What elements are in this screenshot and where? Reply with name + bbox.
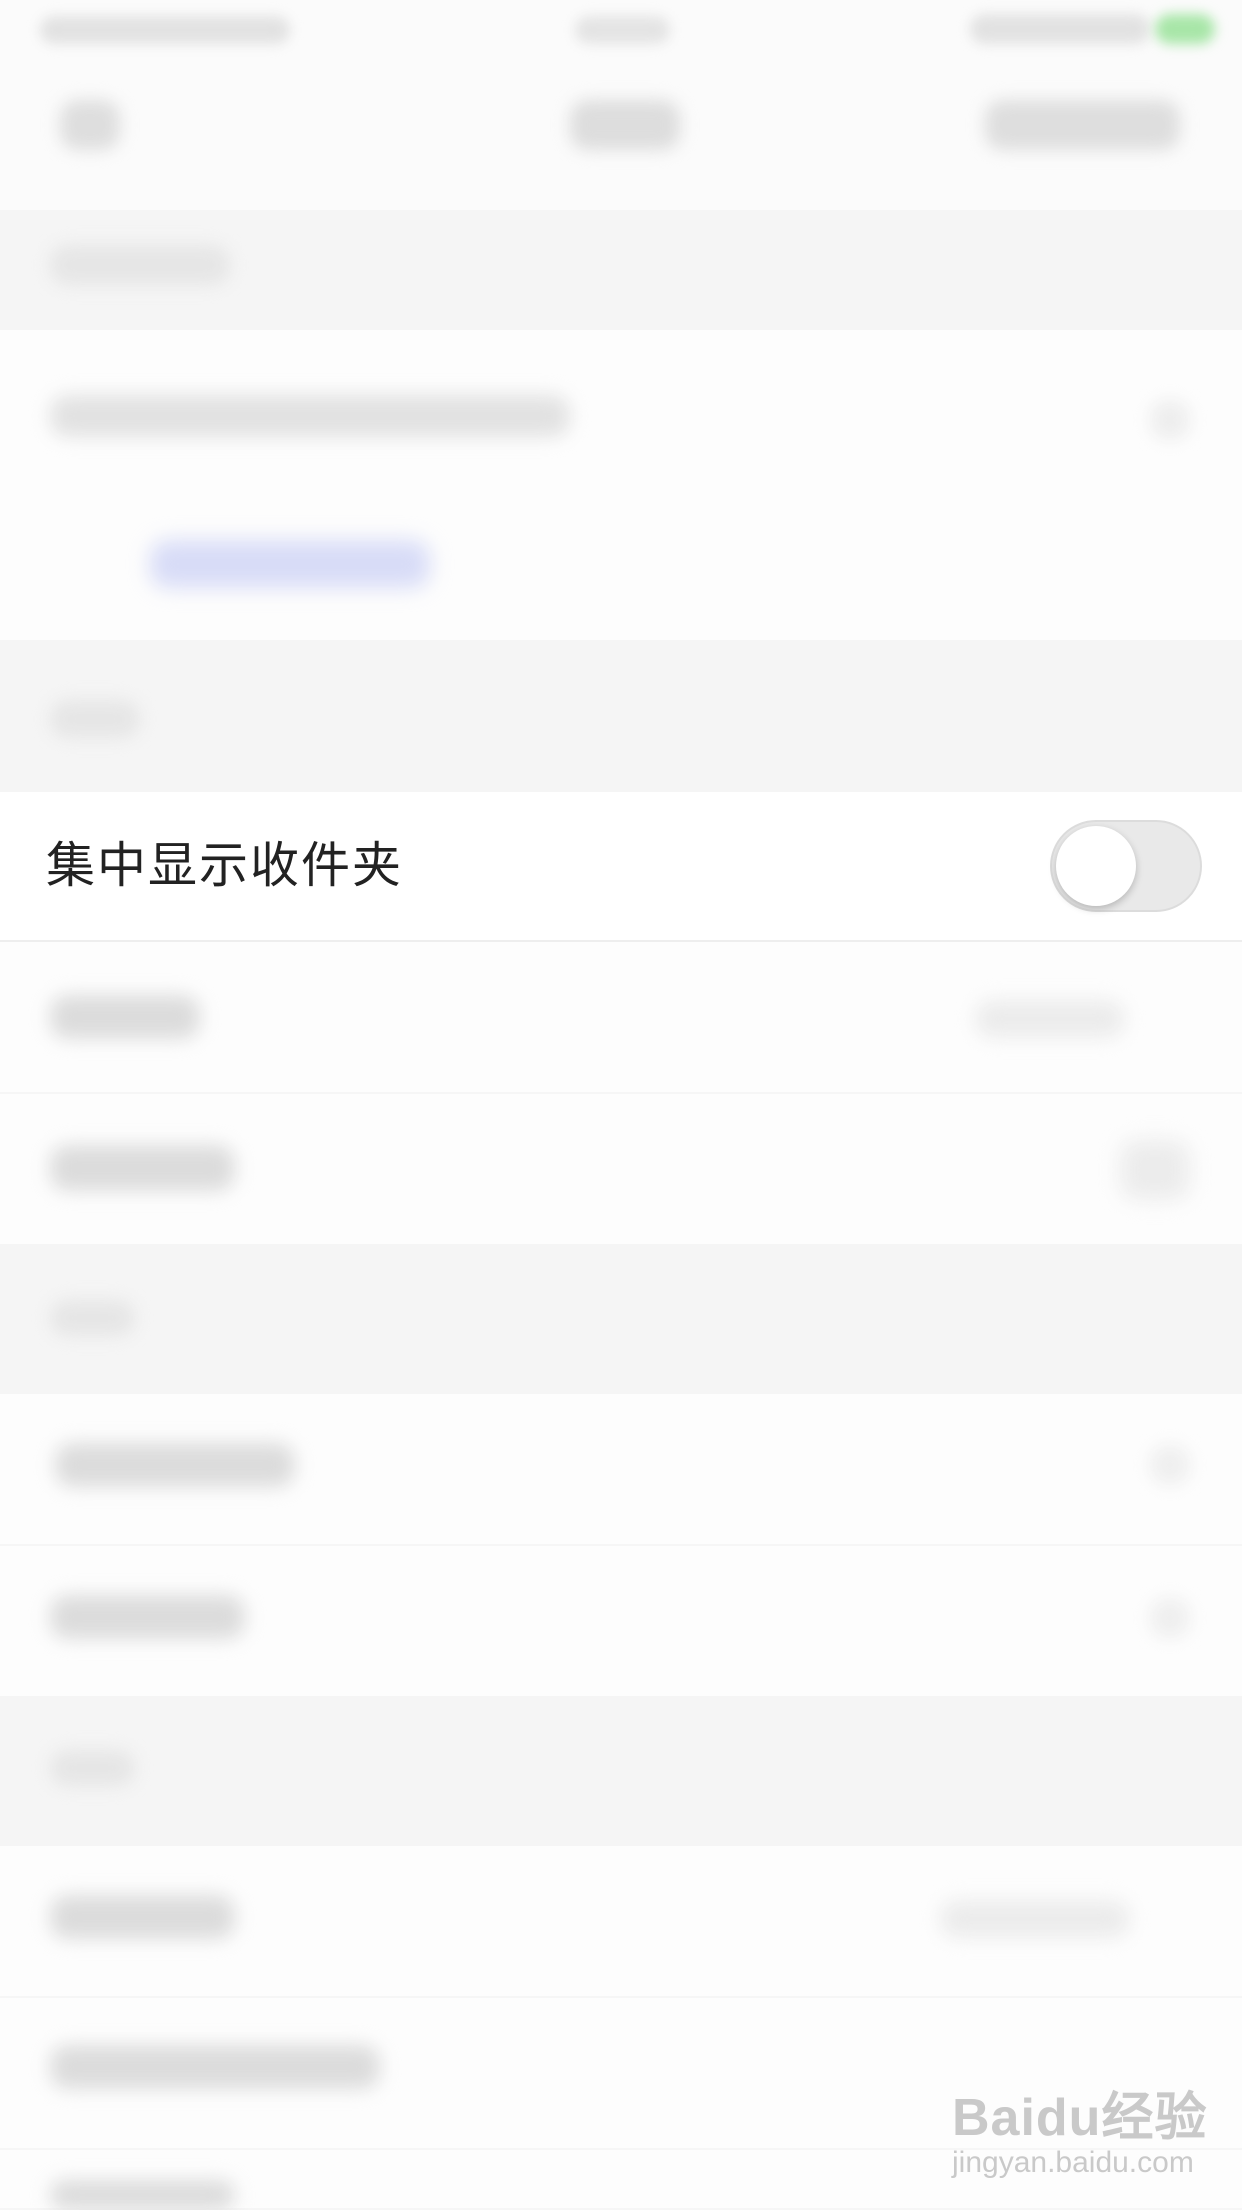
- unified-inbox-row[interactable]: 集中显示收件夹: [0, 792, 1242, 942]
- section-header: [0, 1696, 1242, 1846]
- section-header: [0, 640, 1242, 792]
- row-label-blur: [50, 995, 200, 1039]
- account-link-blur[interactable]: [150, 540, 430, 588]
- status-right-blur: [970, 14, 1150, 44]
- unified-inbox-label: 集中显示收件夹: [46, 837, 404, 894]
- watermark-url: jingyan.baidu.com: [952, 2146, 1194, 2179]
- row-label-blur: [50, 1145, 235, 1191]
- row-label-blur: [55, 1443, 295, 1487]
- row-value-blur: [975, 1000, 1125, 1038]
- section-header-blur: [50, 700, 140, 738]
- row-label-blur: [50, 2180, 235, 2210]
- blurred-background: [0, 0, 1242, 2210]
- chevron-right-icon: [1150, 1598, 1190, 1638]
- account-row[interactable]: [0, 330, 1242, 640]
- status-carrier-blur: [40, 16, 290, 44]
- row-value-blur: [940, 1900, 1130, 1938]
- section-header: [0, 1244, 1242, 1394]
- unified-inbox-toggle[interactable]: [1050, 820, 1202, 912]
- section-header-blur: [50, 245, 230, 285]
- status-time-blur: [575, 16, 670, 44]
- back-icon[interactable]: [60, 100, 120, 150]
- watermark-brand: Baidu经验: [952, 2089, 1208, 2147]
- section-header-blur: [50, 1300, 135, 1336]
- baidu-jingyan-watermark: Baidu经验 jingyan.baidu.com: [952, 2075, 1222, 2185]
- nav-title-blur: [570, 100, 680, 150]
- row-label-blur: [50, 1895, 235, 1939]
- section-header-blur: [50, 1750, 135, 1786]
- battery-icon: [1155, 14, 1215, 44]
- row-value-blur: [1120, 1140, 1190, 1200]
- account-address-blur: [50, 395, 570, 437]
- row-label-blur: [50, 1595, 245, 1639]
- toggle-knob: [1056, 826, 1136, 906]
- row-label-blur: [50, 2045, 380, 2089]
- chevron-right-icon: [1150, 1445, 1190, 1485]
- chevron-right-icon: [1150, 400, 1190, 440]
- nav-action-blur[interactable]: [985, 100, 1180, 150]
